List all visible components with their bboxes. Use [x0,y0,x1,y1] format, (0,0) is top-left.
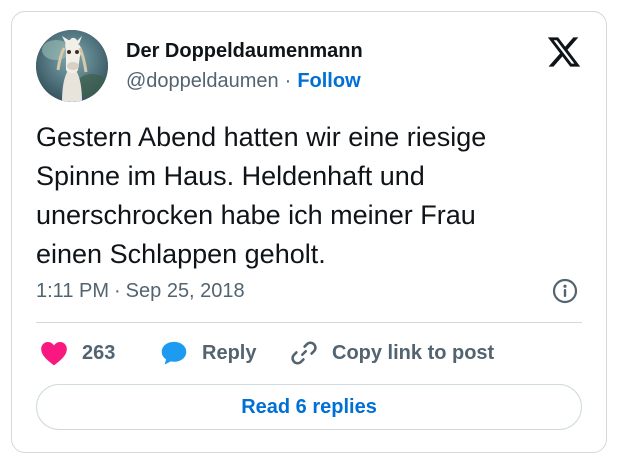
tweet-text-line: Spinne im Haus. Heldenhaft und [36,161,425,191]
heart-icon [41,342,67,366]
reply-button[interactable]: Reply [160,338,256,368]
read-replies-button[interactable]: Read 6 replies [36,384,582,430]
tweet-timestamp[interactable]: 1:11 PM · Sep 25, 2018 [36,280,245,303]
read-replies-label: Read 6 replies [241,395,377,418]
x-logo-icon[interactable] [546,34,582,70]
tweet-card: Der Doppeldaumenmann @doppeldaumen · Follo… [11,11,607,453]
avatar[interactable] [36,30,108,102]
tweet-text-line: unerschrocken habe ich meiner Frau [36,200,476,230]
author-name[interactable]: Der Doppeldaumenmann [126,40,363,63]
copy-link-button[interactable]: Copy link to post [290,338,494,368]
copy-link-label: Copy link to post [332,341,495,364]
link-icon [291,341,317,365]
tweet-text-line: einen Schlappen geholt. [36,239,326,269]
tweet-text-line: Gestern Abend hatten wir eine riesige [36,122,487,152]
author-handle-line: @doppeldaumen · Follow [126,70,361,93]
reply-label: Reply [202,341,257,364]
like-count: 263 [82,341,116,364]
tweet-time: 1:11 PM [36,280,109,302]
tweet-date: Sep 25, 2018 [125,280,245,302]
speech-bubble-icon [161,341,187,365]
info-icon[interactable] [552,278,578,304]
follow-button[interactable]: Follow [297,70,360,92]
like-button[interactable]: 263 [40,338,115,368]
author-handle[interactable]: @doppeldaumen [126,70,279,92]
handle-separator: · [284,70,292,92]
divider [36,322,582,323]
timestamp-separator: · [114,280,121,302]
tweet-text: Gestern Abend hatten wir eine riesige Sp… [36,118,584,274]
